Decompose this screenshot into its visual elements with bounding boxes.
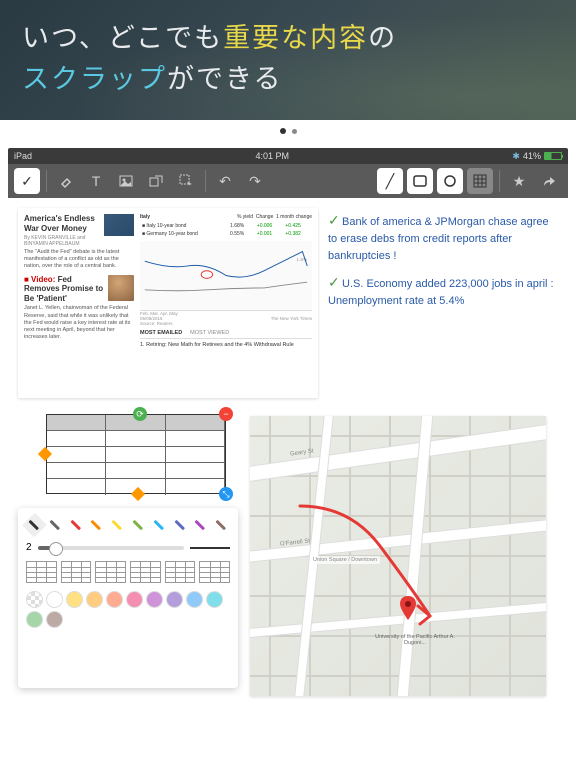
rotate-handle[interactable]: ⟳	[133, 407, 147, 421]
hero-text: いつ、どこでも	[22, 23, 223, 53]
fill-color[interactable]	[46, 591, 63, 608]
fill-color[interactable]	[66, 591, 83, 608]
resize-handle[interactable]: ⤡	[219, 487, 233, 501]
handwritten-notes: ✓Bank of america & JPMorgan chase agree …	[328, 210, 558, 310]
fill-color[interactable]	[206, 591, 223, 608]
shape-button[interactable]	[143, 168, 169, 194]
battery-pct: 41%	[523, 151, 541, 161]
eraser-button[interactable]	[53, 168, 79, 194]
fill-color[interactable]	[186, 591, 203, 608]
grid-preset[interactable]	[165, 561, 196, 583]
table-object[interactable]: ⟳ − ⤡	[46, 414, 226, 494]
list-item: 1. Retiring: New Math for Retirees and t…	[140, 342, 312, 348]
canvas[interactable]: America's Endless War Over Money By KEVI…	[8, 198, 568, 768]
pen-color-row	[26, 516, 230, 534]
grid-tool[interactable]	[467, 168, 493, 194]
bond-table: ■ Italy 10-year bond1.68%+0.006+0.425 ■ …	[140, 222, 312, 238]
grid-preset[interactable]	[199, 561, 230, 583]
check-button[interactable]: ✓	[14, 168, 40, 194]
share-button[interactable]	[536, 168, 562, 194]
image-button[interactable]	[113, 168, 139, 194]
fill-color[interactable]	[106, 591, 123, 608]
style-palette: 2	[18, 508, 238, 688]
select-button[interactable]	[173, 168, 199, 194]
redo-button[interactable]: ↷	[242, 168, 268, 194]
undo-button[interactable]: ↶	[212, 168, 238, 194]
hero-highlight2: スクラップ	[22, 64, 167, 94]
grid-preset[interactable]	[130, 561, 161, 583]
status-time: 4:01 PM	[255, 151, 289, 161]
news-image2	[108, 275, 134, 301]
stroke-preview	[190, 547, 230, 549]
news-summary: The "Audit the Fed" debate is the latest…	[24, 249, 134, 270]
delete-handle[interactable]: −	[219, 407, 233, 421]
news-image	[104, 214, 134, 236]
news-summary2: Janet L. Yellen, chairwoman of the Feder…	[24, 305, 134, 341]
fill-color[interactable]	[26, 611, 43, 628]
news-byline: By KEVIN GRANVILLE and BINYAMIN APPELBAU…	[24, 235, 134, 247]
pen-color[interactable]	[209, 513, 234, 538]
hero-highlight: 重要な内容	[223, 23, 368, 53]
ipad-bezel: iPad 4:01 PM ✱ 41% ✓ T ↶ ↷ ╱ ★	[0, 120, 576, 768]
fill-color[interactable]	[146, 591, 163, 608]
tab-viewed[interactable]: MOST VIEWED	[190, 330, 229, 336]
fill-color[interactable]	[46, 611, 63, 628]
ipad-screen: iPad 4:01 PM ✱ 41% ✓ T ↶ ↷ ╱ ★	[8, 148, 568, 768]
text-button[interactable]: T	[83, 168, 109, 194]
line-tool[interactable]: ╱	[377, 168, 403, 194]
rect-tool[interactable]	[407, 168, 433, 194]
fill-color[interactable]	[126, 591, 143, 608]
ipad-camera	[266, 128, 310, 134]
device-label: iPad	[14, 151, 32, 161]
status-bar: iPad 4:01 PM ✱ 41%	[8, 148, 568, 164]
grid-style-row	[26, 561, 230, 583]
hero-banner: いつ、どこでも重要な内容の スクラップができる	[0, 0, 576, 120]
tab-emailed[interactable]: MOST EMAILED	[140, 330, 182, 336]
circle-tool[interactable]	[437, 168, 463, 194]
toolbar: ✓ T ↶ ↷ ╱ ★	[8, 164, 568, 198]
fill-color-row	[26, 591, 230, 628]
stroke-slider[interactable]	[38, 546, 184, 550]
fill-color[interactable]	[26, 591, 43, 608]
grid-preset[interactable]	[26, 561, 57, 583]
stroke-size-label: 2	[26, 542, 32, 553]
star-button[interactable]: ★	[506, 168, 532, 194]
checkmark-icon: ✓	[328, 210, 342, 231]
fill-color[interactable]	[86, 591, 103, 608]
drawn-arrow	[290, 496, 470, 636]
bond-chart: 1.5%	[140, 241, 312, 311]
chart-title: Italy	[140, 214, 150, 220]
fill-color[interactable]	[166, 591, 183, 608]
map-clipping[interactable]: Geary St O'Farrell St Union Square / Dow…	[250, 416, 546, 696]
battery-icon	[544, 152, 562, 160]
checkmark-icon: ✓	[328, 272, 342, 293]
bluetooth-icon: ✱	[512, 151, 520, 162]
grid-preset[interactable]	[61, 561, 92, 583]
grid-preset[interactable]	[95, 561, 126, 583]
news-clipping[interactable]: America's Endless War Over Money By KEVI…	[18, 208, 318, 398]
